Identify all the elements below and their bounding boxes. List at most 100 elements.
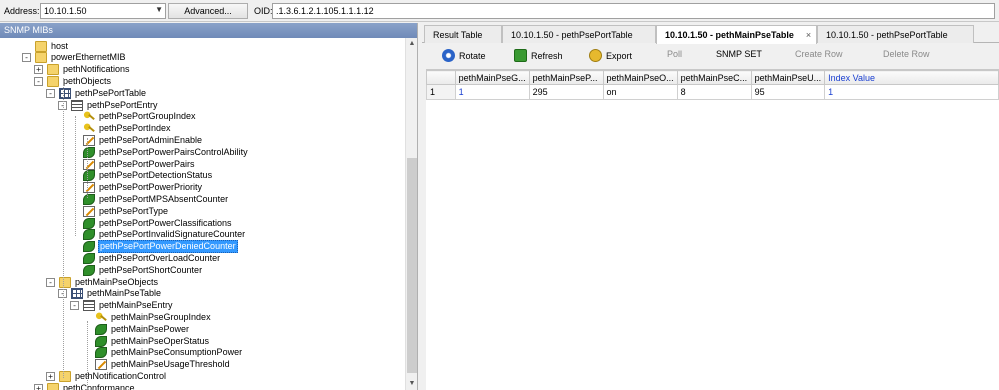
- table-cell[interactable]: 8: [676, 84, 752, 100]
- collapse-icon[interactable]: -: [22, 53, 31, 63]
- create-row-button[interactable]: Create Row: [795, 49, 843, 59]
- leaf-icon: [83, 264, 95, 276]
- oid-input[interactable]: .1.3.6.1.2.1.105.1.1.1.12: [272, 3, 995, 19]
- advanced-button[interactable]: Advanced...: [168, 3, 248, 19]
- tree-node[interactable]: pethPsePortDetectionStatus: [83, 170, 213, 182]
- collapse-icon[interactable]: -: [34, 76, 43, 86]
- table-toolbar: Rotate Refresh Export Poll SNMP SET Crea…: [422, 45, 999, 67]
- table-row[interactable]: 1 1 295 on 8 95 1: [426, 84, 999, 100]
- rotate-button[interactable]: Rotate: [442, 49, 486, 62]
- scroll-thumb[interactable]: [407, 158, 417, 373]
- tree-node[interactable]: pethPsePortShortCounter: [83, 264, 203, 276]
- tree-node[interactable]: pethPsePortIndex: [83, 123, 172, 135]
- tree-node[interactable]: pethPsePortPowerDeniedCounter: [83, 240, 238, 254]
- leaf-icon: [83, 229, 95, 241]
- tree-node[interactable]: pethMainPseGroupIndex: [95, 311, 212, 323]
- tree-node[interactable]: pethPsePortInvalidSignatureCounter: [83, 229, 246, 241]
- oid-label: OID:: [254, 6, 273, 16]
- table-cell[interactable]: on: [602, 84, 678, 100]
- tree-connector-line: [63, 78, 64, 378]
- poll-button[interactable]: Poll: [667, 49, 682, 59]
- leaf-icon: [95, 347, 107, 359]
- table-cell[interactable]: 295: [528, 84, 604, 100]
- tree-node[interactable]: + pethConformance: [34, 382, 136, 390]
- tree-node[interactable]: pethPsePortPowerPairs: [83, 158, 196, 170]
- scroll-down-icon[interactable]: ▼: [406, 378, 418, 390]
- export-button[interactable]: Export: [589, 49, 632, 62]
- tree-node-label: pethPsePortShortCounter: [99, 264, 203, 275]
- tree-node[interactable]: pethPsePortGroupIndex: [83, 111, 197, 123]
- tab-pse-port-table[interactable]: 10.10.1.50 - pethPsePortTable: [502, 25, 656, 43]
- close-icon[interactable]: ×: [806, 30, 811, 40]
- export-icon: [589, 49, 602, 62]
- tree-node[interactable]: pethPsePortPowerPairsControlAbility: [83, 146, 249, 158]
- tree-node[interactable]: + pethNotificationControl: [46, 370, 167, 382]
- expand-icon[interactable]: +: [34, 65, 43, 75]
- tree-scrollbar[interactable]: ▲ ▼: [405, 38, 417, 390]
- table-cell[interactable]: 1: [454, 84, 530, 100]
- mib-tree[interactable]: host - powerEthernetMIB + pethNotifications -…: [0, 38, 406, 390]
- tree-node-label: pethPsePortGroupIndex: [99, 111, 196, 122]
- tree-node[interactable]: pethPsePortOverLoadCounter: [83, 252, 221, 264]
- tree-node[interactable]: - pethPsePortTable: [46, 87, 147, 99]
- snmp-set-button[interactable]: SNMP SET: [716, 49, 762, 59]
- table-cell[interactable]: 95: [750, 84, 826, 100]
- tab-pse-port-table-2[interactable]: 10.10.1.50 - pethPsePortTable: [817, 25, 974, 43]
- leaf-icon: [83, 146, 95, 158]
- tree-node[interactable]: pethMainPseUsageThreshold: [95, 359, 231, 371]
- tree-node-label: pethMainPseTable: [87, 288, 162, 299]
- tree-node[interactable]: pethPsePortPowerClassifications: [83, 217, 233, 229]
- refresh-button[interactable]: Refresh: [514, 49, 563, 62]
- collapse-icon[interactable]: -: [46, 277, 55, 287]
- tree-node-label: pethPsePortOverLoadCounter: [99, 252, 221, 263]
- tree-node[interactable]: - pethMainPseTable: [58, 288, 162, 300]
- tree-node[interactable]: pethMainPseOperStatus: [95, 335, 210, 347]
- tree-node-label: pethPsePortPowerClassifications: [99, 217, 232, 228]
- tree-node-label: host: [51, 40, 69, 51]
- column-header[interactable]: pethMainPseU...: [750, 70, 826, 85]
- address-label: Address:: [4, 6, 40, 16]
- folder-icon: [35, 40, 47, 52]
- key-icon: [95, 311, 107, 323]
- tree-node[interactable]: - pethObjects: [34, 75, 112, 87]
- collapse-icon[interactable]: -: [70, 301, 79, 311]
- expand-icon[interactable]: +: [46, 371, 55, 381]
- table-icon: [71, 288, 83, 300]
- tree-node[interactable]: - pethMainPseEntry: [70, 300, 174, 312]
- collapse-icon[interactable]: -: [46, 88, 55, 98]
- tree-node[interactable]: pethPsePortMPSAbsentCounter: [83, 193, 229, 205]
- chevron-down-icon[interactable]: ▼: [155, 5, 163, 14]
- address-combobox[interactable]: 10.10.1.50 ▼: [40, 3, 166, 19]
- tab-result-table[interactable]: Result Table: [424, 25, 502, 43]
- table-header-row: pethMainPseG... pethMainPseP... pethMain…: [426, 70, 999, 85]
- table-cell[interactable]: 1: [824, 84, 999, 100]
- expand-icon[interactable]: +: [34, 383, 43, 390]
- tree-node[interactable]: pethMainPsePower: [95, 323, 190, 335]
- tree-node[interactable]: + pethNotifications: [34, 64, 131, 76]
- index-value-header[interactable]: Index Value: [824, 70, 999, 85]
- column-header[interactable]: pethMainPseG...: [454, 70, 530, 85]
- tree-node[interactable]: pethPsePortAdminEnable: [83, 134, 203, 146]
- refresh-icon: [514, 49, 527, 62]
- column-header[interactable]: pethMainPseP...: [528, 70, 604, 85]
- tree-node[interactable]: host: [35, 40, 69, 52]
- tree-node[interactable]: pethMainPseConsumptionPower: [95, 347, 243, 359]
- delete-row-button[interactable]: Delete Row: [883, 49, 930, 59]
- tree-node[interactable]: - powerEthernetMIB: [22, 52, 127, 64]
- tree-node-label: pethMainPseGroupIndex: [111, 311, 211, 322]
- leaf-icon: [83, 252, 95, 264]
- column-header[interactable]: pethMainPseO...: [602, 70, 678, 85]
- leaf-icon: [83, 193, 95, 205]
- tree-connector-line: [87, 321, 88, 390]
- tree-node[interactable]: pethPsePortType: [83, 205, 169, 217]
- tree-node[interactable]: pethPsePortPowerPriority: [83, 182, 203, 194]
- tab-label: 10.10.1.50 - pethPsePortTable: [826, 30, 948, 40]
- scroll-up-icon[interactable]: ▲: [406, 38, 418, 50]
- tree-node-label: pethMainPseConsumptionPower: [111, 347, 243, 358]
- tree-node-label: pethPsePortAdminEnable: [99, 134, 203, 145]
- key-icon: [83, 123, 95, 135]
- column-header[interactable]: pethMainPseC...: [676, 70, 752, 85]
- edit-icon: [95, 359, 107, 371]
- tab-main-pse-table[interactable]: 10.10.1.50 - pethMainPseTable ×: [656, 25, 817, 44]
- tree-node[interactable]: - pethPsePortEntry: [58, 99, 159, 111]
